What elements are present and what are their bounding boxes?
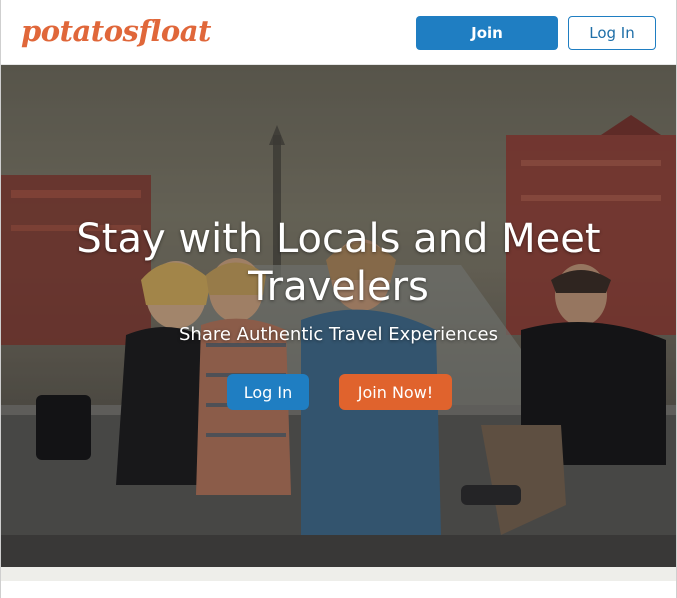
login-button[interactable]: Log In [568,16,656,50]
hero-banner: Stay with Locals and Meet Travelers Shar… [1,65,676,567]
join-button[interactable]: Join [416,16,558,50]
hero-dim-overlay [1,65,676,567]
hero-join-now-button[interactable]: Join Now! [339,374,452,410]
hero-login-button[interactable]: Log In [227,374,309,410]
hero-title: Stay with Locals and Meet Travelers [76,216,601,310]
brand-logo[interactable]: potatosfloat [21,14,211,48]
page: potatosfloat Join Log In Stay with Local… [0,0,677,598]
hero-subtitle: Share Authentic Travel Experiences [179,324,498,345]
content-section-edge [1,567,676,581]
top-navbar: potatosfloat Join Log In [1,0,676,65]
